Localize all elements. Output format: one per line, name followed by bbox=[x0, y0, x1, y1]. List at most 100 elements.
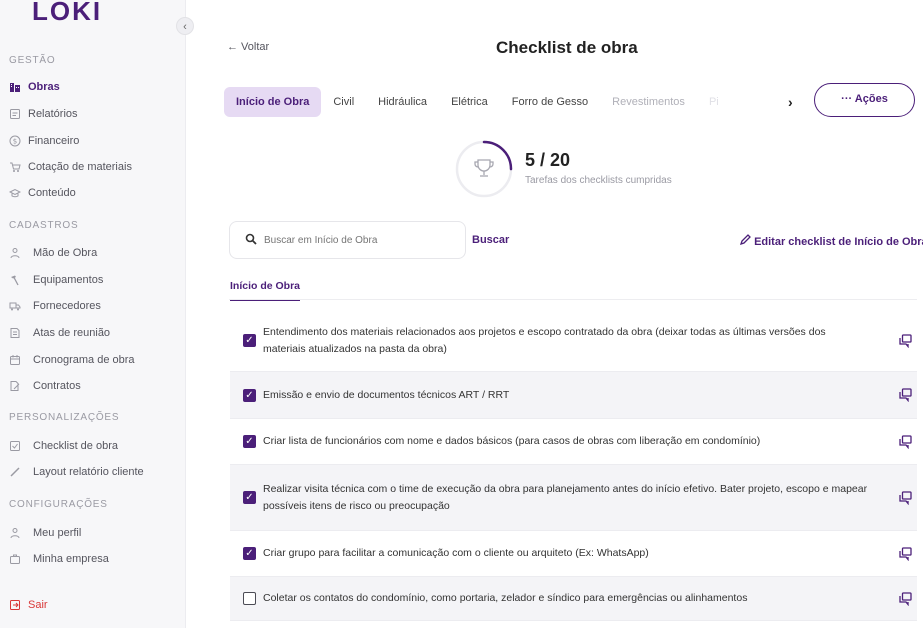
sidebar-item-minha-empresa[interactable]: Minha empresa bbox=[9, 551, 109, 567]
section-title-cadastros: CADASTROS bbox=[9, 220, 79, 231]
section-title-gestao: GESTÃO bbox=[9, 55, 56, 66]
calendar-icon bbox=[9, 354, 21, 366]
actions-button[interactable]: ··· Ações bbox=[814, 83, 915, 117]
checkbox-checked[interactable]: ✓ bbox=[243, 435, 256, 448]
sidebar: LOKI GESTÃO Obras Relatórios $ Financeir… bbox=[0, 0, 186, 628]
comment-icon[interactable] bbox=[899, 546, 912, 561]
sidebar-item-label: Checklist de obra bbox=[33, 440, 118, 452]
search-input[interactable] bbox=[264, 234, 454, 246]
sidebar-item-conteudo[interactable]: Conteúdo bbox=[8, 185, 76, 201]
checklist-row: ✓ Criar lista de funcionários com nome e… bbox=[230, 419, 917, 465]
checklist-row: ✓ Emissão e envio de documentos técnicos… bbox=[230, 372, 917, 419]
person-icon bbox=[9, 247, 21, 259]
hammer-icon bbox=[9, 274, 21, 286]
sidebar-item-label: Contratos bbox=[33, 380, 81, 392]
sidebar-item-layout-relatorio[interactable]: Layout relatório cliente bbox=[9, 464, 144, 480]
tab-hidraulica[interactable]: Hidráulica bbox=[366, 87, 439, 117]
comment-icon[interactable] bbox=[899, 490, 912, 505]
logout-button[interactable]: Sair bbox=[9, 597, 48, 613]
contract-icon bbox=[9, 380, 21, 392]
sidebar-item-label: Cronograma de obra bbox=[33, 354, 135, 366]
edit-checklist-link[interactable]: Editar checklist de Início de Obra bbox=[739, 234, 923, 248]
comment-icon[interactable] bbox=[899, 434, 912, 449]
search-box bbox=[229, 221, 466, 259]
collapse-sidebar-button[interactable]: ‹ bbox=[176, 17, 194, 35]
briefcase-icon bbox=[9, 553, 21, 565]
dollar-icon: $ bbox=[9, 135, 21, 147]
checklist-item-text: Emissão e envio de documentos técnicos A… bbox=[263, 388, 510, 401]
tab-civil[interactable]: Civil bbox=[321, 87, 366, 117]
section-title-configuracoes: CONFIGURAÇÕES bbox=[9, 499, 108, 510]
sidebar-item-label: Meu perfil bbox=[33, 527, 82, 539]
search-icon bbox=[245, 233, 257, 248]
checklist-icon bbox=[9, 440, 21, 452]
comment-icon[interactable] bbox=[899, 333, 912, 348]
sidebar-item-label: Atas de reunião bbox=[33, 327, 111, 339]
comment-icon[interactable] bbox=[899, 388, 912, 403]
checklist-item-text: Realizar visita técnica com o time de ex… bbox=[263, 482, 868, 512]
back-link[interactable]: ← Voltar bbox=[227, 41, 269, 53]
checkbox-unchecked[interactable] bbox=[243, 592, 256, 605]
sidebar-item-meu-perfil[interactable]: Meu perfil bbox=[9, 525, 81, 541]
tab-eletrica[interactable]: Elétrica bbox=[439, 87, 500, 117]
sidebar-item-label: Conteúdo bbox=[28, 187, 76, 199]
sidebar-item-cotacao[interactable]: Cotação de materiais bbox=[9, 159, 132, 175]
sidebar-item-label: Minha empresa bbox=[33, 553, 109, 565]
sidebar-item-label: Mão de Obra bbox=[33, 247, 98, 259]
sidebar-item-checklist[interactable]: Checklist de obra bbox=[9, 438, 118, 454]
checklist-item-text: Criar grupo para facilitar a comunicação… bbox=[263, 547, 649, 559]
comment-icon[interactable] bbox=[899, 591, 912, 606]
sidebar-item-label: Obras bbox=[28, 81, 60, 93]
sidebar-item-label: Cotação de materiais bbox=[28, 161, 132, 173]
section-title-personalizacoes: PERSONALIZAÇÕES bbox=[9, 412, 120, 423]
sidebar-item-equipamentos[interactable]: Equipamentos bbox=[9, 272, 103, 288]
pencil-icon bbox=[739, 234, 751, 248]
person-icon bbox=[9, 527, 21, 539]
checklist-row: ✓ Criar grupo para facilitar a comunicaç… bbox=[230, 531, 917, 577]
progress-ring bbox=[455, 140, 513, 198]
tab-inicio-de-obra[interactable]: Início de Obra bbox=[224, 87, 322, 117]
progress-caption: Tarefas dos checklists cumpridas bbox=[525, 175, 672, 186]
checkbox-checked[interactable]: ✓ bbox=[243, 334, 256, 347]
sidebar-item-mao-de-obra[interactable]: Mão de Obra bbox=[9, 245, 97, 261]
report-icon bbox=[9, 108, 21, 120]
sidebar-item-relatorios[interactable]: Relatórios bbox=[9, 106, 78, 122]
sidebar-item-label: Fornecedores bbox=[33, 300, 101, 312]
checkbox-checked[interactable]: ✓ bbox=[243, 388, 256, 402]
sidebar-item-cronograma[interactable]: Cronograma de obra bbox=[9, 352, 135, 368]
logout-label: Sair bbox=[28, 599, 48, 611]
graduation-icon bbox=[8, 187, 22, 199]
checklist-item-text: Criar lista de funcionários com nome e d… bbox=[263, 435, 761, 447]
sidebar-item-label: Equipamentos bbox=[33, 274, 104, 286]
progress-count: 5 / 20 bbox=[525, 150, 571, 170]
cart-icon bbox=[9, 161, 21, 173]
search-button[interactable]: Buscar bbox=[472, 234, 509, 246]
tabs-next-chevron-icon[interactable]: › bbox=[788, 94, 793, 110]
edit-checklist-label: Editar checklist de Início de Obra bbox=[754, 236, 923, 248]
page-title: Checklist de obra bbox=[496, 38, 638, 57]
sidebar-item-label: Relatórios bbox=[28, 108, 78, 120]
tab-revestimentos[interactable]: Revestimentos bbox=[600, 87, 697, 117]
sidebar-item-financeiro[interactable]: $ Financeiro bbox=[9, 133, 79, 149]
checklist-row: Coletar os contatos do condomínio, como … bbox=[230, 577, 917, 621]
sidebar-item-obras[interactable]: Obras bbox=[9, 79, 60, 95]
tab-pintura[interactable]: Pi bbox=[697, 87, 731, 117]
main-content: ← Voltar Checklist de obra Início de Obr… bbox=[200, 0, 923, 628]
section-tab-inicio-de-obra[interactable]: Início de Obra bbox=[230, 280, 301, 301]
minutes-icon bbox=[9, 327, 21, 339]
logo: LOKI bbox=[32, 0, 103, 22]
tab-forro-de-gesso[interactable]: Forro de Gesso bbox=[500, 87, 600, 117]
sidebar-item-fornecedores[interactable]: Fornecedores bbox=[9, 298, 101, 314]
checkbox-checked[interactable]: ✓ bbox=[243, 491, 256, 504]
sidebar-item-contratos[interactable]: Contratos bbox=[9, 378, 81, 394]
section-divider bbox=[229, 299, 917, 300]
checklist-item-text: Coletar os contatos do condomínio, como … bbox=[263, 592, 748, 604]
logout-icon bbox=[9, 599, 21, 611]
sidebar-item-atas[interactable]: Atas de reunião bbox=[9, 325, 110, 341]
sidebar-item-label: Layout relatório cliente bbox=[33, 466, 144, 478]
building-icon bbox=[9, 81, 21, 93]
checklist-item-text: Entendimento dos materiais relacionados … bbox=[263, 325, 826, 355]
checklist: ✓ Entendimento dos materiais relacionado… bbox=[230, 310, 917, 621]
checklist-row: ✓ Entendimento dos materiais relacionado… bbox=[230, 310, 917, 372]
checkbox-checked[interactable]: ✓ bbox=[243, 547, 256, 560]
